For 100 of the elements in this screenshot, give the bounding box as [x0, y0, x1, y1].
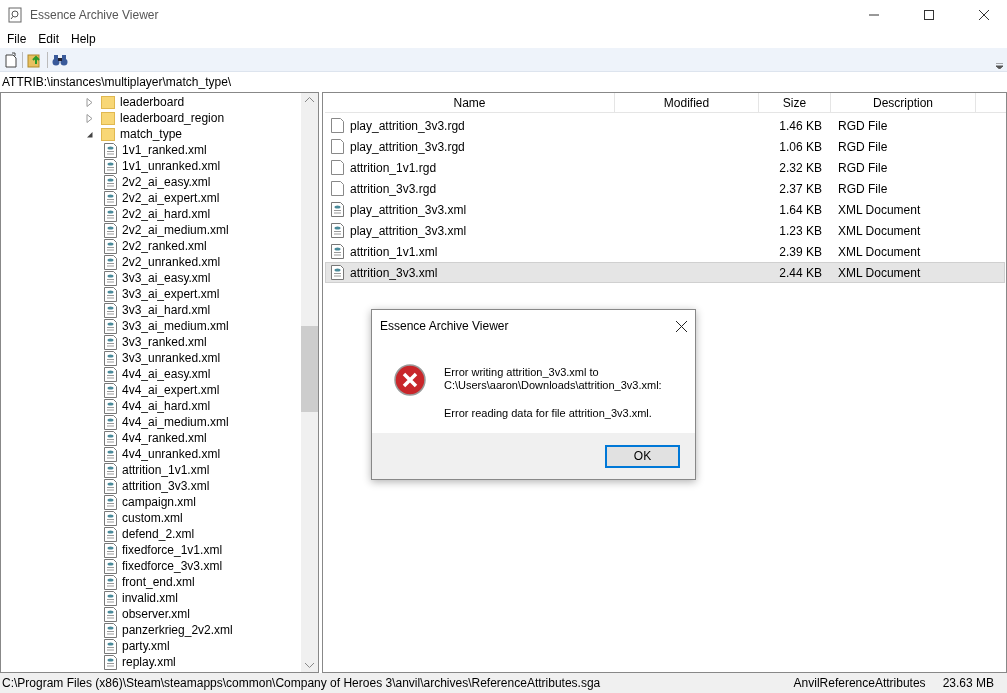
tree-item[interactable]: fixedforce_3v3.xml	[122, 557, 223, 575]
tree-item[interactable]: 2v2_ai_hard.xml	[122, 205, 211, 223]
xml-file-icon	[104, 494, 117, 510]
tree-item[interactable]: 1v1_ranked.xml	[122, 141, 207, 159]
file-row[interactable]: play_attrition_3v3.xml 1.23 KB XML Document	[325, 220, 1005, 241]
tree-item[interactable]: front_end.xml	[122, 573, 195, 591]
tree-item[interactable]: 2v2_ai_easy.xml	[122, 173, 211, 191]
file-icon	[331, 139, 344, 154]
collapsed-arrow-icon[interactable]	[86, 113, 93, 123]
file-row[interactable]: play_attrition_3v3.rgd 1.06 KB RGD File	[325, 136, 1005, 157]
tree-item[interactable]: 3v3_ai_medium.xml	[122, 317, 229, 335]
path-field[interactable]: ATTRIB:\instances\multiplayer\match_type\	[0, 73, 232, 91]
document-icon[interactable]	[4, 51, 18, 68]
folder-icon	[101, 95, 115, 109]
tree-item[interactable]: invalid.xml	[122, 589, 178, 607]
xml-file-icon	[104, 526, 117, 542]
tree-item[interactable]: custom.xml	[122, 509, 183, 527]
file-size: 2.39 KB	[779, 244, 822, 259]
file-description: XML Document	[838, 244, 921, 259]
xml-file-icon	[104, 302, 117, 318]
tree-item[interactable]: 4v4_ranked.xml	[122, 429, 207, 447]
tree-item[interactable]: 2v2_unranked.xml	[122, 253, 221, 271]
file-description: XML Document	[838, 223, 921, 238]
expanded-arrow-icon[interactable]	[86, 129, 93, 139]
xml-file-icon	[104, 270, 117, 286]
column-header[interactable]: Size	[759, 93, 831, 112]
tree-item[interactable]: 4v4_ai_expert.xml	[122, 381, 220, 399]
tree-item[interactable]: 1v1_unranked.xml	[122, 157, 221, 175]
file-size: 2.37 KB	[779, 181, 822, 196]
binoculars-icon[interactable]	[52, 52, 68, 67]
tree-item[interactable]: attrition_1v1.xml	[122, 461, 210, 479]
file-size: 1.64 KB	[779, 202, 822, 217]
tree-item[interactable]: fixedforce_1v1.xml	[122, 541, 223, 559]
error-message: Error writing attrition_3v3.xml to C:\Users\aaron\Downloads\attrition_3v3.xml:	[444, 366, 662, 392]
file-name: attrition_3v3.rgd	[350, 180, 437, 198]
column-header[interactable]: Name	[325, 93, 615, 112]
ok-button[interactable]: OK	[605, 444, 680, 468]
tree-item[interactable]: 2v2_ranked.xml	[122, 237, 207, 255]
file-description: XML Document	[838, 202, 921, 217]
menu-item[interactable]: Edit	[32, 30, 66, 48]
file-description: RGD File	[838, 160, 888, 175]
column-header[interactable]: Modified	[615, 93, 759, 112]
xml-file-icon	[104, 238, 117, 254]
file-name: attrition_1v1.xml	[350, 243, 438, 261]
menu-item[interactable]: File	[1, 30, 33, 48]
xml-file-icon	[104, 206, 117, 222]
file-row[interactable]: attrition_3v3.xml 2.44 KB XML Document	[325, 262, 1005, 283]
xml-file-icon	[104, 574, 117, 590]
tree-item[interactable]: leaderboard_region	[120, 109, 225, 127]
scrollbar[interactable]	[301, 93, 318, 672]
close-icon[interactable]	[979, 10, 989, 20]
xml-file-icon	[104, 222, 117, 238]
xml-file-icon	[104, 414, 117, 430]
tree-item[interactable]: party.xml	[122, 637, 170, 655]
tree-item[interactable]: 3v3_ai_hard.xml	[122, 301, 211, 319]
app-icon	[8, 7, 22, 23]
file-row[interactable]: attrition_1v1.rgd 2.32 KB RGD File	[325, 157, 1005, 178]
tree-item[interactable]: campaign.xml	[122, 493, 197, 511]
tree-item[interactable]: leaderboard	[120, 93, 185, 111]
tree-item[interactable]: 4v4_unranked.xml	[122, 445, 221, 463]
folder-up-icon[interactable]	[27, 51, 43, 68]
xml-file-icon	[104, 142, 117, 158]
file-name: play_attrition_3v3.xml	[350, 201, 467, 219]
menu-item[interactable]: Help	[65, 30, 102, 48]
tree-item[interactable]: 4v4_ai_medium.xml	[122, 413, 229, 431]
file-row[interactable]: play_attrition_3v3.xml 1.64 KB XML Document	[325, 199, 1005, 220]
tree-item[interactable]: panzerkrieg_2v2.xml	[122, 621, 233, 639]
tree-item[interactable]: match_type	[120, 125, 183, 143]
scroll-up-icon[interactable]	[305, 97, 314, 102]
tree-item[interactable]: observer.xml	[122, 605, 191, 623]
tree-item[interactable]: defend_2.xml	[122, 525, 195, 543]
error-icon	[394, 364, 426, 396]
maximize-icon[interactable]	[924, 10, 934, 20]
file-size: 1.06 KB	[779, 139, 822, 154]
overflow-icon[interactable]	[996, 62, 1003, 69]
file-size: 2.44 KB	[779, 265, 822, 280]
error-detail: Error reading data for file attrition_3v3.xml.	[444, 406, 653, 421]
file-icon	[331, 181, 344, 196]
xml-file-icon	[104, 430, 117, 446]
xml-file-icon	[331, 265, 344, 280]
xml-file-icon	[104, 510, 117, 526]
file-row[interactable]: attrition_1v1.xml 2.39 KB XML Document	[325, 241, 1005, 262]
tree-item[interactable]: attrition_3v3.xml	[122, 477, 210, 495]
column-header[interactable]: Description	[831, 93, 976, 112]
tree-item[interactable]: 4v4_ai_easy.xml	[122, 365, 211, 383]
tree-item[interactable]: 2v2_ai_medium.xml	[122, 221, 229, 239]
tree-item[interactable]: 3v3_ai_easy.xml	[122, 269, 211, 287]
close-icon[interactable]	[676, 320, 687, 332]
collapsed-arrow-icon[interactable]	[86, 97, 93, 107]
tree-item[interactable]: replay.xml	[122, 653, 176, 671]
file-description: XML Document	[838, 265, 921, 280]
file-row[interactable]: play_attrition_3v3.rgd 1.46 KB RGD File	[325, 115, 1005, 136]
tree-item[interactable]: 3v3_ranked.xml	[122, 333, 207, 351]
tree-item[interactable]: 4v4_ai_hard.xml	[122, 397, 211, 415]
tree-item[interactable]: 3v3_unranked.xml	[122, 349, 221, 367]
file-row[interactable]: attrition_3v3.rgd 2.37 KB RGD File	[325, 178, 1005, 199]
tree-item[interactable]: 3v3_ai_expert.xml	[122, 285, 220, 303]
scroll-down-icon[interactable]	[305, 663, 314, 668]
scroll-thumb[interactable]	[301, 325, 318, 412]
tree-item[interactable]: 2v2_ai_expert.xml	[122, 189, 220, 207]
